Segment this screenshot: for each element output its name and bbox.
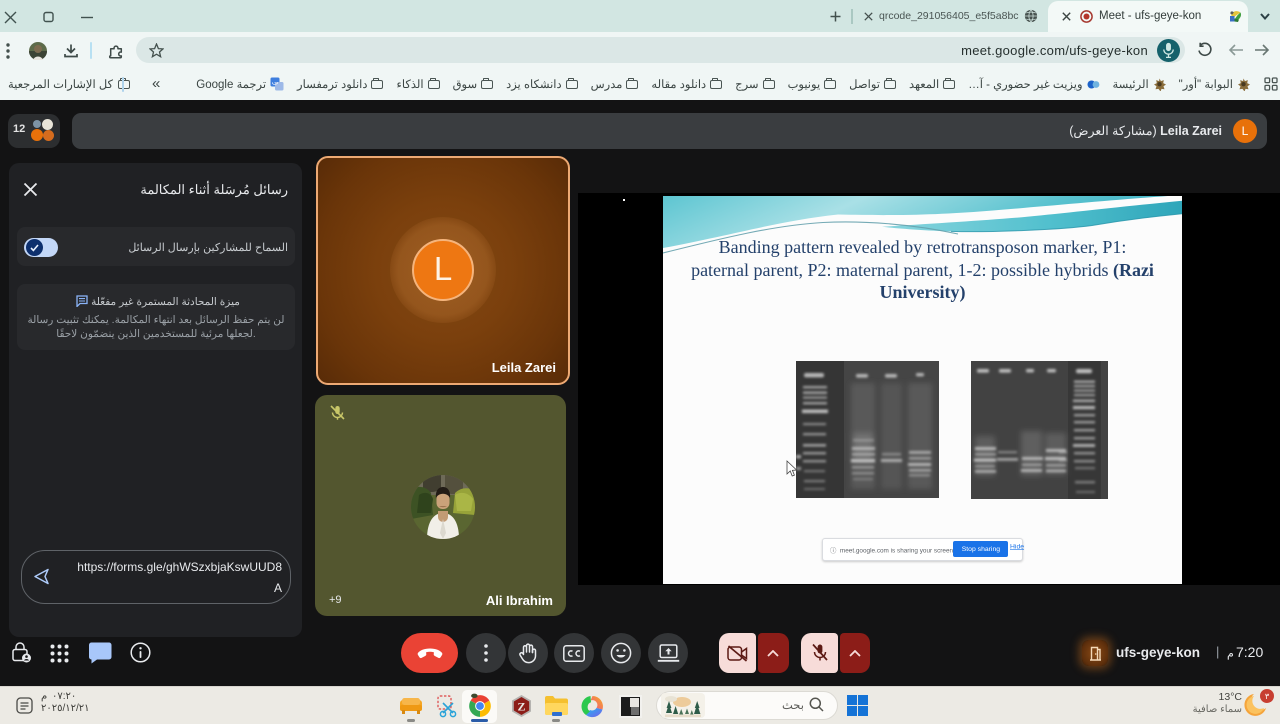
svg-text:Z: Z (517, 700, 525, 714)
svg-text:ت: ت (272, 80, 279, 87)
